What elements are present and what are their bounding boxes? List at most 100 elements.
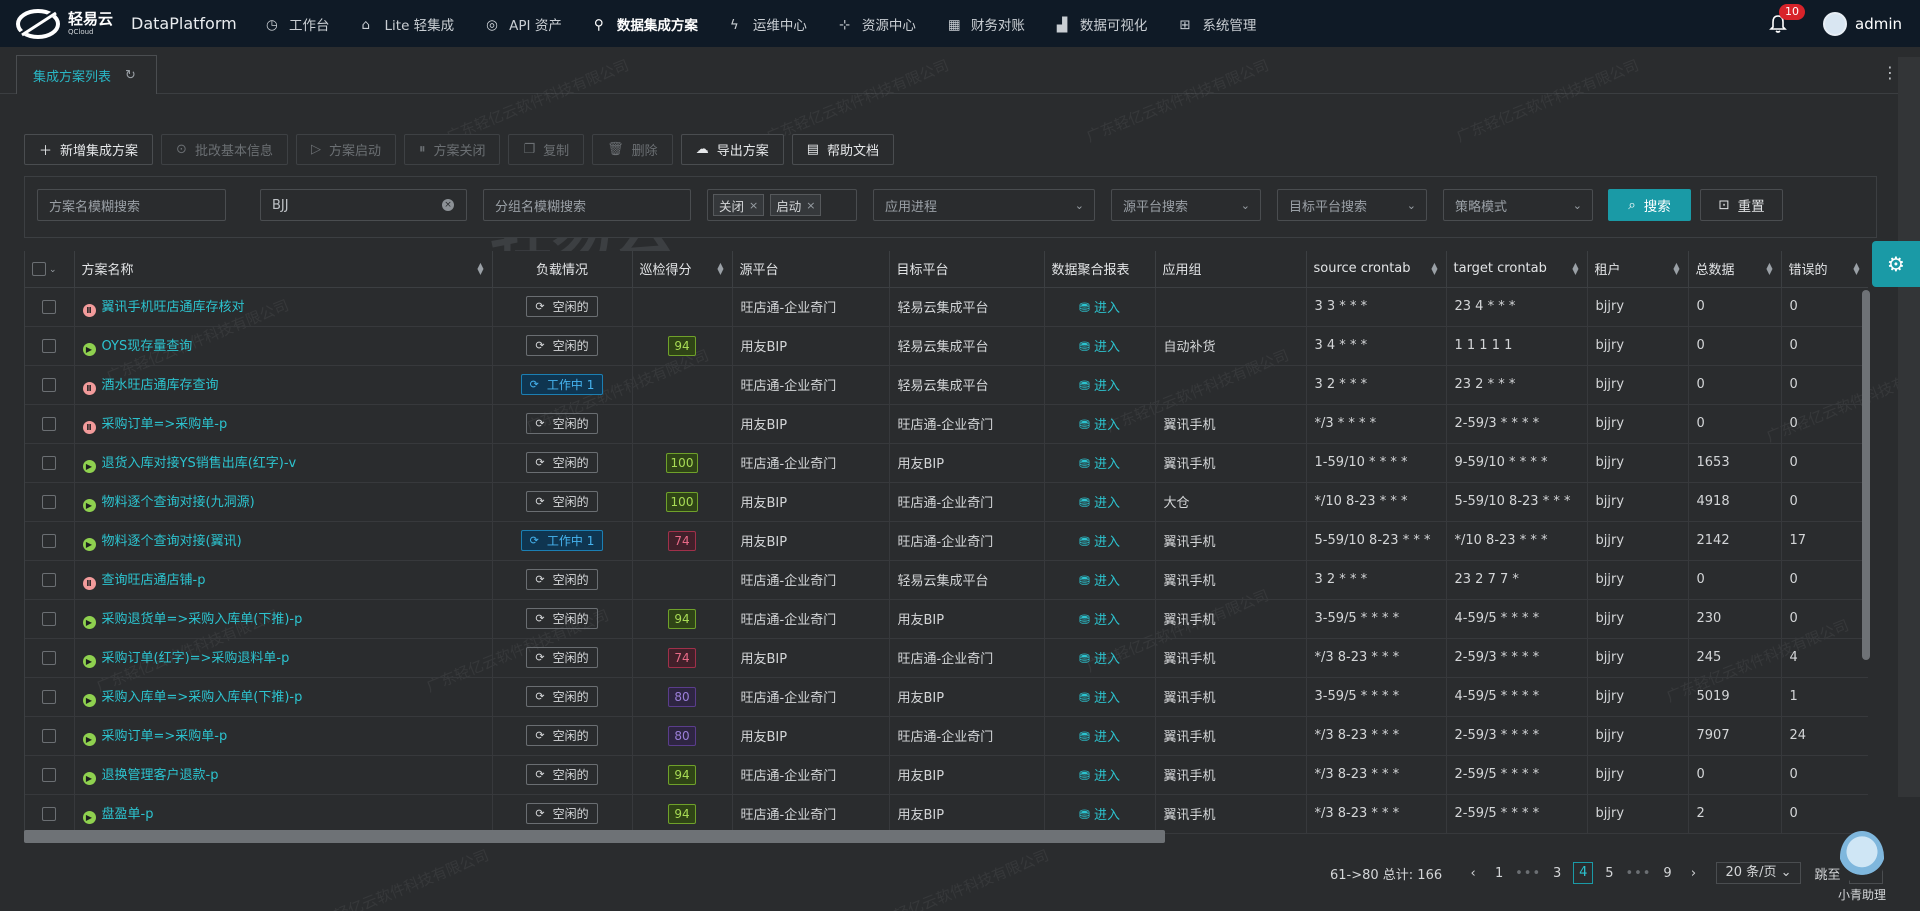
scheme-name-cell[interactable]: Ⅱ 查询旺店通店铺-p (74, 560, 493, 600)
scheme-name-link[interactable]: 盘盈单-p (102, 807, 154, 822)
row-checkbox[interactable] (42, 611, 57, 626)
table-row[interactable]: ▶ 物料逐个查询对接(翼讯) ⟳ 工作中 1 74 用友BIP 旺店通-企业奇门 ⛃… (25, 521, 1868, 561)
report-cell[interactable]: ⛃ 进入 (1044, 560, 1156, 600)
column-header[interactable]: 目标平台 (889, 251, 1045, 288)
app-process-select[interactable]: 应用进程 ⌄ (873, 189, 1095, 221)
report-cell[interactable]: ⛃ 进入 (1044, 404, 1156, 444)
row-select-cell[interactable] (25, 443, 75, 483)
enter-report-link[interactable]: ⛃ 进入 (1079, 691, 1120, 706)
column-header[interactable]: 总数据 ▲ ▼ (1688, 251, 1782, 288)
reset-button[interactable]: ⊡ 重置 (1700, 189, 1783, 221)
row-checkbox[interactable] (42, 806, 57, 821)
delete-button[interactable]: 🗑 删除 (592, 134, 673, 165)
start-scheme-button[interactable]: ▷ 方案启动 (295, 134, 396, 165)
help-docs-button[interactable]: ▤ 帮助文档 (791, 134, 895, 165)
row-checkbox[interactable] (42, 533, 57, 548)
scheme-name-cell[interactable]: Ⅱ 采购订单=>采购单-p (74, 404, 493, 444)
avatar[interactable] (1823, 11, 1847, 36)
table-row[interactable]: Ⅱ 翼讯手机旺店通库存核对 ⟳ 空闲的 旺店通-企业奇门 轻易云集成平台 ⛃ 进入 … (25, 287, 1868, 327)
row-checkbox[interactable] (42, 494, 57, 509)
nav-item[interactable]: ⚲ 数据集成方案 (578, 0, 714, 47)
enter-report-link[interactable]: ⛃ 进入 (1079, 808, 1120, 823)
sort-icon[interactable]: ▲ ▼ (1673, 262, 1679, 276)
row-checkbox[interactable] (42, 689, 57, 704)
row-checkbox[interactable] (42, 650, 57, 665)
column-header[interactable]: 源平台 (732, 251, 890, 288)
table-row[interactable]: ▶ OYS现存量查询 ⟳ 空闲的 94 用友BIP 轻易云集成平台 ⛃ 进入 自动补… (25, 326, 1868, 366)
vertical-scrollbar[interactable] (1862, 290, 1870, 660)
table-row[interactable]: ▶ 采购入库单=>采购入库单(下推)-p ⟳ 空闲的 80 旺店通-企业奇门 用友B… (25, 677, 1868, 717)
row-select-cell[interactable] (25, 560, 75, 600)
scheme-name-cell[interactable]: ▶ 采购入库单=>采购入库单(下推)-p (74, 677, 493, 717)
search-button[interactable]: ⌕ 搜索 (1608, 189, 1691, 221)
close-icon[interactable]: × (749, 199, 758, 212)
enter-report-link[interactable]: ⛃ 进入 (1079, 730, 1120, 745)
table-row[interactable]: ▶ 采购订单=>采购单-p ⟳ 空闲的 80 用友BIP 旺店通-企业奇门 ⛃ 进入… (25, 716, 1868, 756)
enter-report-link[interactable]: ⛃ 进入 (1079, 613, 1120, 628)
play-status-icon[interactable]: ▶ (82, 694, 96, 707)
notification-button[interactable]: 10 (1769, 3, 1805, 34)
row-checkbox[interactable] (42, 416, 57, 431)
pause-status-icon[interactable]: Ⅱ (82, 421, 96, 434)
report-cell[interactable]: ⛃ 进入 (1044, 482, 1156, 522)
play-status-icon[interactable]: ▶ (82, 460, 96, 473)
scheme-name-link[interactable]: 采购入库单=>采购入库单(下推)-p (102, 690, 303, 705)
play-status-icon[interactable]: ▶ (82, 733, 96, 746)
report-cell[interactable]: ⛃ 进入 (1044, 521, 1156, 561)
keyword-search-input[interactable]: BJJ × (260, 189, 467, 221)
row-checkbox[interactable] (42, 572, 57, 587)
report-cell[interactable]: ⛃ 进入 (1044, 287, 1156, 327)
sort-icon[interactable]: ▲ ▼ (1853, 262, 1859, 276)
sort-icon[interactable]: ▲ ▼ (717, 262, 723, 276)
row-checkbox[interactable] (42, 299, 57, 314)
table-row[interactable]: ▶ 退货入库对接YS销售出库(红字)-v ⟳ 空闲的 100 旺店通-企业奇门 用友… (25, 443, 1868, 483)
scheme-name-cell[interactable]: Ⅱ 酒水旺店通库存查询 (74, 365, 493, 405)
row-select-cell[interactable] (25, 365, 75, 405)
play-status-icon[interactable]: ▶ (82, 772, 96, 785)
row-checkbox[interactable] (42, 728, 57, 743)
report-cell[interactable]: ⛃ 进入 (1044, 755, 1156, 795)
username[interactable]: admin (1855, 15, 1902, 33)
enter-report-link[interactable]: ⛃ 进入 (1079, 496, 1120, 511)
scheme-name-cell[interactable]: ▶ 物料逐个查询对接(翼讯) (74, 521, 493, 561)
page-ellipsis[interactable]: ••• (1515, 866, 1541, 881)
group-name-search-input[interactable]: 分组名模糊搜索 (483, 189, 691, 221)
nav-item[interactable]: ⌂ Lite 轻集成 (346, 0, 471, 47)
nav-item[interactable]: ▟ 数据可视化 (1041, 0, 1164, 47)
stop-scheme-button[interactable]: ⏸ 方案关闭 (403, 134, 501, 165)
target-platform-select[interactable]: 目标平台搜索 ⌄ (1277, 189, 1427, 221)
strategy-mode-select[interactable]: 策略模式 ⌄ (1443, 189, 1593, 221)
table-row[interactable]: Ⅱ 查询旺店通店铺-p ⟳ 空闲的 旺店通-企业奇门 轻易云集成平台 ⛃ 进入 翼讯… (25, 560, 1868, 600)
select-all-checkbox[interactable] (32, 261, 46, 276)
source-platform-select[interactable]: 源平台搜索 ⌄ (1111, 189, 1261, 221)
nav-item[interactable]: ⊞ 系统管理 (1163, 0, 1272, 47)
scheme-name-cell[interactable]: ▶ OYS现存量查询 (74, 326, 493, 366)
logo[interactable]: 轻易云 QCloud DataPlatform (0, 7, 240, 41)
report-cell[interactable]: ⛃ 进入 (1044, 443, 1156, 483)
scheme-name-cell[interactable]: ▶ 物料逐个查询对接(九洞源) (74, 482, 493, 522)
column-header[interactable]: target crontab ▲ ▼ (1446, 251, 1588, 288)
page-number[interactable]: 9 (1657, 866, 1677, 881)
scheme-name-link[interactable]: 酒水旺店通库存查询 (102, 378, 219, 393)
play-status-icon[interactable]: ▶ (82, 655, 96, 668)
status-multiselect[interactable]: 关闭 × 启动 × (707, 189, 857, 221)
add-scheme-button[interactable]: ＋新增集成方案 (24, 134, 154, 165)
column-header[interactable]: 租户 ▲ ▼ (1587, 251, 1689, 288)
nav-item[interactable]: ◎ API 资产 (470, 0, 578, 47)
play-status-icon[interactable]: ▶ (82, 343, 96, 356)
play-status-icon[interactable]: ▶ (82, 499, 96, 512)
table-row[interactable]: Ⅱ 采购订单=>采购单-p ⟳ 空闲的 用友BIP 旺店通-企业奇门 ⛃ 进入 翼讯… (25, 404, 1868, 444)
enter-report-link[interactable]: ⛃ 进入 (1079, 652, 1120, 667)
enter-report-link[interactable]: ⛃ 进入 (1079, 301, 1120, 316)
row-checkbox[interactable] (42, 767, 57, 782)
assistant-widget[interactable]: 小青助理 (1832, 831, 1892, 903)
row-select-cell[interactable] (25, 404, 75, 444)
next-page-icon[interactable]: › (1683, 866, 1703, 881)
pause-status-icon[interactable]: Ⅱ (82, 577, 96, 590)
table-row[interactable]: ▶ 盘盈单-p ⟳ 空闲的 94 旺店通-企业奇门 用友BIP ⛃ 进入 翼讯手机 … (25, 794, 1868, 834)
table-row[interactable]: Ⅱ 酒水旺店通库存查询 ⟳ 工作中 1 旺店通-企业奇门 轻易云集成平台 ⛃ 进入 … (25, 365, 1868, 405)
column-header[interactable]: 方案名称 ▲ ▼ (74, 251, 493, 288)
enter-report-link[interactable]: ⛃ 进入 (1079, 574, 1120, 589)
refresh-icon[interactable]: ↻ (125, 68, 136, 83)
enter-report-link[interactable]: ⛃ 进入 (1079, 379, 1120, 394)
